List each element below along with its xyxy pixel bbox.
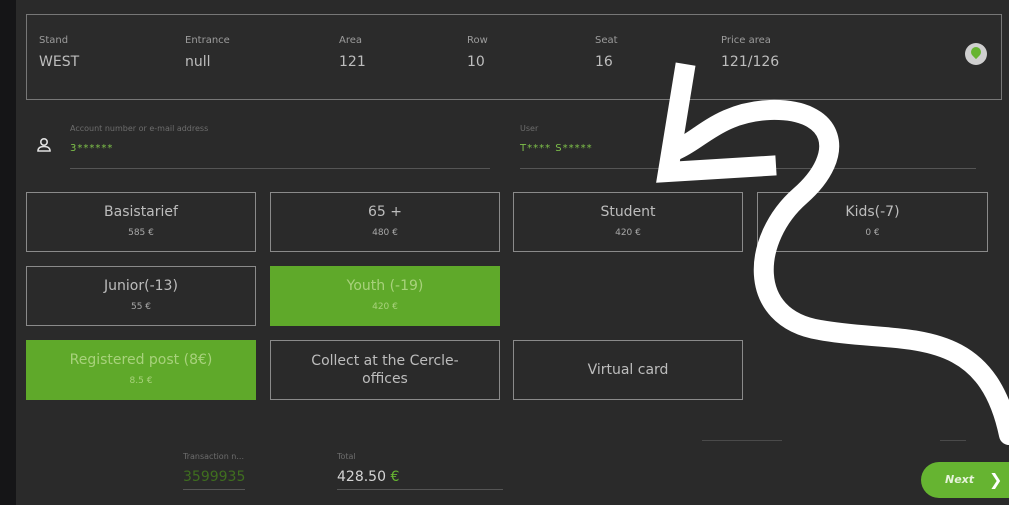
total-value: 428.50 bbox=[337, 469, 386, 485]
price-area-value: 121/126 bbox=[721, 54, 780, 70]
transaction-label: Transaction n... bbox=[183, 452, 245, 461]
account-field[interactable]: Account number or e-mail address 3****** bbox=[70, 124, 490, 169]
delivery-collect-offices[interactable]: Collect at the Cercle-offices bbox=[270, 340, 500, 400]
tariff-name: Kids(-7) bbox=[845, 204, 900, 220]
stand-label: Stand bbox=[39, 35, 69, 46]
area-col: Area 121 bbox=[339, 35, 366, 70]
transaction-underline bbox=[183, 489, 245, 490]
area-value: 121 bbox=[339, 54, 366, 70]
total-value-row: 428.50 € bbox=[337, 469, 503, 485]
stand-value: WEST bbox=[39, 54, 80, 70]
next-label: Next bbox=[945, 473, 975, 486]
entrance-col: Entrance null bbox=[185, 35, 230, 70]
tariff-price: 585 € bbox=[128, 228, 154, 238]
tariff-name: Junior(-13) bbox=[104, 278, 178, 294]
transaction-field: Transaction n... 3599935 bbox=[183, 452, 245, 490]
seat-col: Seat 16 bbox=[595, 35, 618, 70]
delivery-registered-post-selected[interactable]: Registered post (8€) 8.5 € bbox=[26, 340, 256, 400]
entrance-label: Entrance bbox=[185, 35, 230, 46]
tariff-price: 480 € bbox=[372, 228, 398, 238]
total-label: Total bbox=[337, 452, 356, 461]
delivery-name: Collect at the Cercle-offices bbox=[311, 353, 459, 387]
entrance-value: null bbox=[185, 54, 211, 70]
seat-info-box: Stand WEST Entrance null Area 121 Row 10… bbox=[26, 14, 1002, 100]
faint-line-1 bbox=[702, 440, 782, 441]
tariff-price: 55 € bbox=[130, 302, 152, 312]
tariff-name: 65 + bbox=[368, 204, 402, 220]
tariff-youth-selected[interactable]: Youth (-19) 420 € bbox=[270, 266, 500, 326]
tariff-basistarief[interactable]: Basistarief 585 € bbox=[26, 192, 256, 252]
account-field-value: 3****** bbox=[70, 143, 114, 154]
transaction-value: 3599935 bbox=[183, 469, 246, 485]
delivery-price: 8.5 € bbox=[129, 376, 153, 386]
user-icon bbox=[37, 137, 51, 152]
row-label: Row bbox=[467, 35, 488, 46]
tariff-name: Student bbox=[600, 204, 656, 220]
user-field-value: T**** S***** bbox=[520, 143, 593, 154]
delivery-name: Virtual card bbox=[587, 362, 669, 378]
total-field: Total 428.50 € bbox=[337, 452, 503, 490]
faint-line-2 bbox=[940, 440, 966, 441]
stand-col: Stand WEST bbox=[39, 35, 79, 70]
tariff-kids[interactable]: Kids(-7) 0 € bbox=[757, 192, 988, 252]
tariff-price: 0 € bbox=[865, 228, 880, 238]
chevron-right-icon: ❯ bbox=[989, 470, 1003, 489]
seat-value: 16 bbox=[595, 54, 613, 70]
seat-label: Seat bbox=[595, 35, 618, 46]
user-field-label: User bbox=[520, 124, 539, 133]
account-field-label: Account number or e-mail address bbox=[70, 124, 209, 133]
user-underline bbox=[520, 168, 976, 169]
tariff-student[interactable]: Student 420 € bbox=[513, 192, 743, 252]
delivery-virtual-card[interactable]: Virtual card bbox=[513, 340, 743, 400]
row-col: Row 10 bbox=[467, 35, 488, 70]
area-label: Area bbox=[339, 35, 363, 46]
price-area-label: Price area bbox=[721, 35, 771, 46]
row-value: 10 bbox=[467, 54, 485, 70]
total-currency: € bbox=[390, 469, 400, 485]
delivery-name: Registered post (8€) bbox=[69, 352, 213, 368]
price-area-col: Price area 121/126 bbox=[721, 35, 779, 70]
tariff-price: 420 € bbox=[615, 228, 641, 238]
account-underline bbox=[70, 168, 490, 169]
map-pin-icon[interactable] bbox=[965, 43, 987, 65]
tariff-name: Youth (-19) bbox=[346, 278, 424, 294]
tariff-junior[interactable]: Junior(-13) 55 € bbox=[26, 266, 256, 326]
tariff-price: 420 € bbox=[372, 302, 398, 312]
total-underline bbox=[337, 489, 503, 490]
user-field: User T**** S***** bbox=[520, 124, 976, 169]
tariff-65plus[interactable]: 65 + 480 € bbox=[270, 192, 500, 252]
tariff-name: Basistarief bbox=[104, 204, 178, 220]
next-button[interactable]: Next ❯ bbox=[921, 462, 1009, 498]
